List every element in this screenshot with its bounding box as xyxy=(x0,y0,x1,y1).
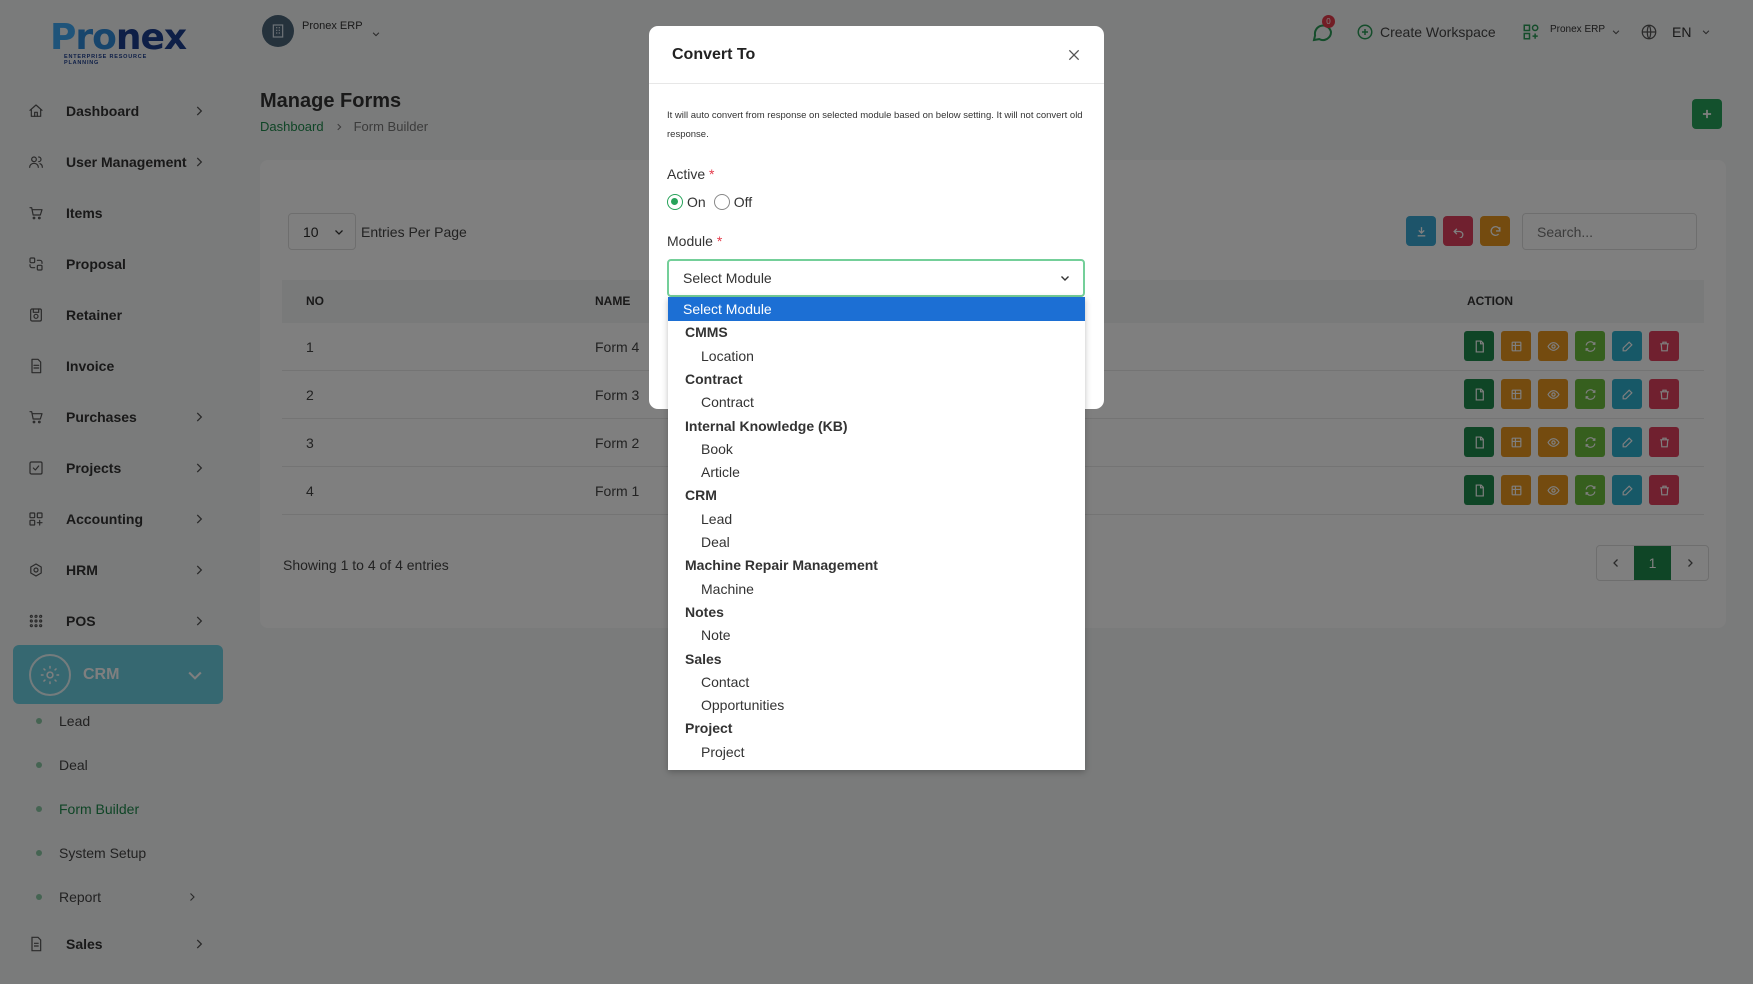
modal-note: It will auto convert from response on se… xyxy=(667,110,1083,140)
required-mark: * xyxy=(709,166,715,182)
module-dropdown-list: Select Module CMMS Location Contract Contrac… xyxy=(668,297,1085,770)
active-field-label: Active * xyxy=(667,166,714,182)
dropdown-option[interactable]: Location xyxy=(668,344,1085,368)
modal-title: Convert To xyxy=(672,45,756,63)
dropdown-group-label: Project xyxy=(685,720,733,737)
active-off-radio[interactable] xyxy=(713,194,730,210)
dropdown-option[interactable]: Opportunities xyxy=(668,693,1085,717)
dropdown-group-label: Internal Knowledge (KB) xyxy=(685,417,848,434)
dropdown-group-label: Contract xyxy=(685,370,743,387)
module-select[interactable]: Select Module xyxy=(667,259,1085,297)
modal-header: Convert To xyxy=(649,26,1104,84)
dropdown-option[interactable]: Contact xyxy=(668,670,1085,694)
module-field-label: Module * xyxy=(667,233,722,249)
active-radio-group: On Off xyxy=(667,194,760,210)
dropdown-option[interactable]: Project xyxy=(668,740,1085,764)
dropdown-option[interactable]: Note xyxy=(668,623,1085,647)
module-label-text: Module xyxy=(667,233,713,249)
dropdown-group-label: Sales xyxy=(685,650,722,667)
dropdown-option[interactable]: Lead xyxy=(668,507,1085,531)
active-on-label[interactable]: On xyxy=(687,194,706,210)
close-icon[interactable] xyxy=(1066,47,1082,63)
active-label-text: Active xyxy=(667,166,706,182)
dropdown-option[interactable]: Book xyxy=(668,437,1085,461)
module-select-value: Select Module xyxy=(683,270,772,286)
dropdown-option[interactable]: Deal xyxy=(668,530,1085,554)
dropdown-option[interactable]: Article xyxy=(668,460,1085,484)
dropdown-group-label: Machine Repair Management xyxy=(685,557,878,574)
required-mark: * xyxy=(716,233,723,249)
dropdown-option[interactable]: Machine xyxy=(668,577,1085,601)
dropdown-group-label: Notes xyxy=(685,603,724,620)
dropdown-group-label: CMMS xyxy=(685,324,728,341)
dropdown-group-label: CRM xyxy=(685,487,717,504)
active-off-label[interactable]: Off xyxy=(734,194,752,210)
chevron-down-icon xyxy=(1061,276,1069,281)
active-on-radio[interactable] xyxy=(667,194,683,210)
dropdown-option[interactable]: Contract xyxy=(668,390,1085,414)
dropdown-option[interactable]: Select Module xyxy=(668,297,1085,321)
